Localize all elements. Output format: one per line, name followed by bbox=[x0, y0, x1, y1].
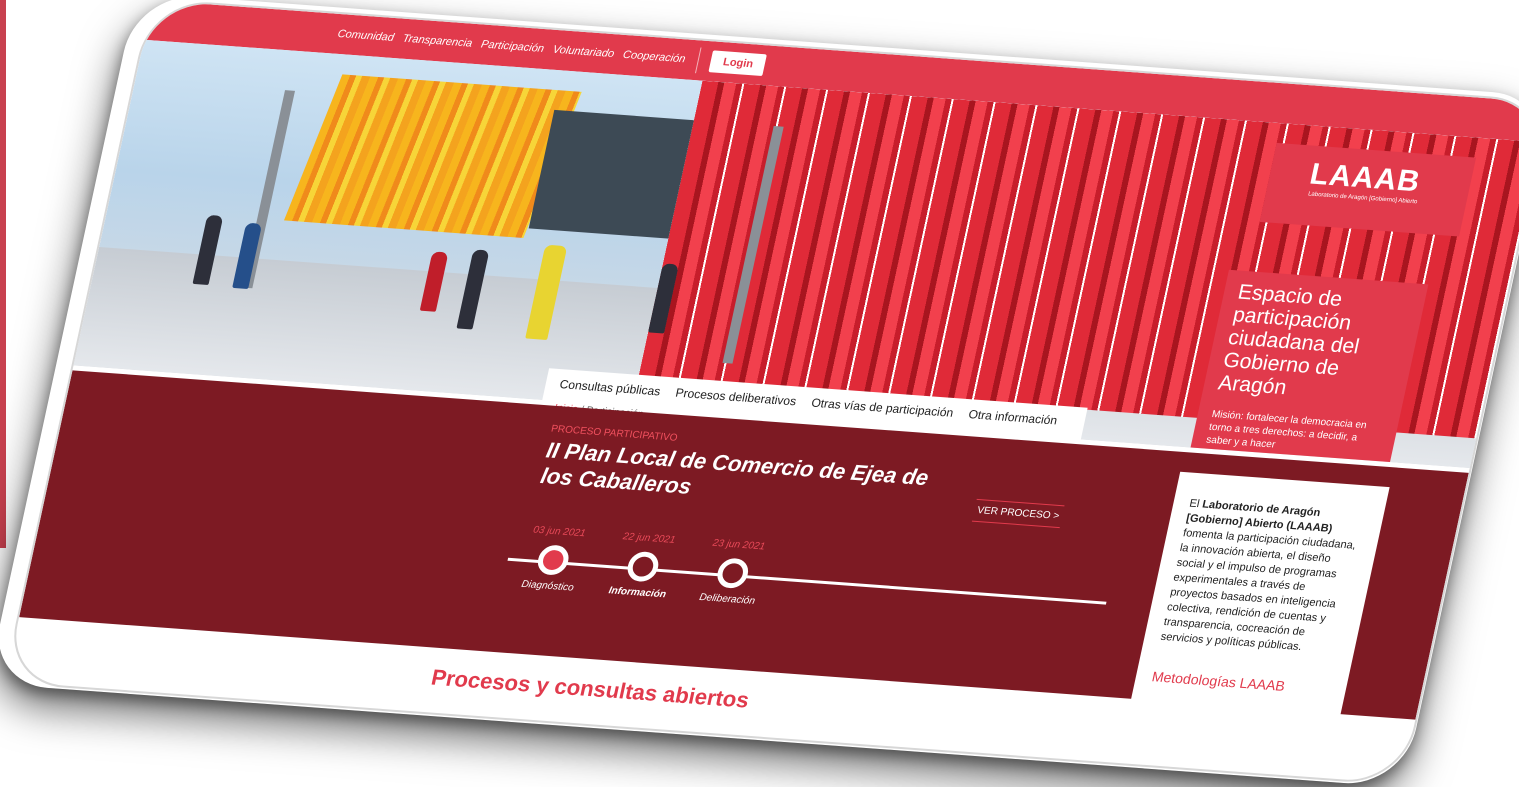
nav-cooperacion[interactable]: Cooperación bbox=[622, 49, 687, 65]
open-processes-heading: Procesos y consultas abiertos bbox=[429, 664, 752, 713]
left-accent-rule bbox=[0, 0, 6, 548]
step-marker-active[interactable] bbox=[535, 544, 572, 576]
step-marker[interactable] bbox=[714, 557, 751, 590]
nav-transparencia[interactable]: Transparencia bbox=[402, 33, 474, 50]
space-title: Espacio de participación ciudadana del G… bbox=[1216, 280, 1362, 400]
login-button[interactable]: Login bbox=[708, 50, 768, 77]
about-body: fomenta la participación ciudadana, la i… bbox=[1159, 527, 1358, 654]
step-label: Deliberación bbox=[698, 591, 756, 607]
mission-text: Misión: fortalecer la democracia en torn… bbox=[1205, 408, 1368, 451]
tab-otras-vias[interactable]: Otras vías de participación bbox=[810, 396, 955, 420]
step-marker[interactable] bbox=[624, 550, 662, 583]
nav-divider bbox=[695, 47, 703, 74]
about-text: El Laboratorio de Aragón [Gobierno] Abie… bbox=[1159, 497, 1369, 658]
laaab-logo-panel: LAAAB Laboratorio de Aragón [Gobierno] A… bbox=[1259, 142, 1477, 237]
nav-comunidad[interactable]: Comunidad bbox=[336, 28, 395, 44]
process-title: II Plan Local de Comercio de Ejea de los… bbox=[538, 437, 932, 499]
view-process-button[interactable]: VER PROCESO > bbox=[971, 498, 1065, 529]
tab-procesos-deliberativos[interactable]: Procesos deliberativos bbox=[674, 386, 797, 409]
tab-otra-informacion[interactable]: Otra información bbox=[967, 407, 1058, 427]
timeline-step-deliberacion[interactable]: 23 jun 2021 Deliberación bbox=[671, 536, 795, 609]
website-screenshot-card: Comunidad Transparencia Participación Vo… bbox=[2, 0, 1519, 786]
methodologies-link[interactable]: Metodologías LAAAB bbox=[1151, 668, 1287, 694]
tab-consultas-publicas[interactable]: Consultas públicas bbox=[558, 377, 661, 398]
step-date: 23 jun 2021 bbox=[711, 537, 767, 553]
nav-voluntariado[interactable]: Voluntariado bbox=[552, 44, 616, 60]
nav-participacion[interactable]: Participación bbox=[480, 38, 545, 54]
